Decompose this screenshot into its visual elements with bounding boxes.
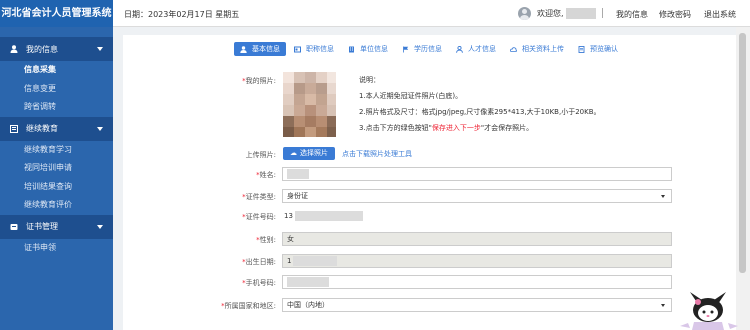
- notes-line-2: 2.照片格式及尺寸：格式jpg/jpeg,尺寸像素295*413,大于10KB,…: [359, 108, 601, 116]
- tab-upload-docs[interactable]: 相关资料上传: [504, 42, 570, 56]
- dropdown-arrow-icon: [661, 195, 665, 198]
- notes-title: 说明：: [359, 76, 380, 84]
- sidebar-group-label: 继续教育: [26, 124, 58, 133]
- sidebar-item-certificate-apply[interactable]: 证书申领: [0, 239, 113, 258]
- name-label: *姓名:: [256, 171, 276, 179]
- region-select[interactable]: 中国（内地）: [282, 298, 672, 312]
- user-area: 欢迎您,: [518, 4, 603, 22]
- id-number-label: *证件号码:: [242, 213, 276, 221]
- main-content: 基本信息 职称信息 单位信息 学历信息 人才信息 相关资料上传 预览确认 *我的…: [123, 35, 736, 330]
- top-bar: 河北省会计人员管理系统 日期：2023年02月17日 星期五 欢迎您, 我的信息…: [0, 0, 750, 27]
- change-password-link[interactable]: 修改密码: [659, 9, 691, 20]
- certificate-icon: [10, 223, 18, 230]
- person-icon: [456, 45, 463, 53]
- tab-label: 相关资料上传: [522, 45, 564, 53]
- education-icon: [10, 124, 18, 133]
- sidebar-group-certificate[interactable]: 证书管理: [0, 214, 113, 239]
- tab-label: 基本信息: [252, 45, 280, 53]
- app-title: 河北省会计人员管理系统: [0, 0, 113, 27]
- tab-talent-info[interactable]: 人才信息: [450, 42, 502, 56]
- sidebar-group-label: 证书管理: [26, 222, 58, 231]
- cloud-upload-icon: [510, 46, 517, 52]
- notes-line-1: 1.本人近期免冠证件照片(白底)。: [359, 92, 463, 100]
- tab-preview-confirm[interactable]: 预览确认: [572, 42, 624, 56]
- vertical-scrollbar[interactable]: [736, 27, 750, 330]
- tab-title-info[interactable]: 职称信息: [288, 42, 340, 56]
- dropdown-arrow-icon: [661, 304, 665, 307]
- id-type-label: *证件类型:: [242, 193, 276, 201]
- tab-label: 学历信息: [414, 45, 442, 53]
- id-type-select[interactable]: 身份证: [282, 189, 672, 203]
- chevron-down-icon: [97, 126, 103, 131]
- download-tool-link[interactable]: 点击下载照片处理工具: [342, 149, 412, 159]
- birth-date-field: 1: [282, 254, 672, 268]
- divider: [601, 8, 603, 18]
- sidebar-item-info-collect[interactable]: 信息采集: [0, 61, 113, 80]
- scrollbar-thumb[interactable]: [739, 33, 746, 273]
- tab-label: 人才信息: [468, 45, 496, 53]
- profile-photo: [283, 72, 336, 137]
- tab-label: 预览确认: [590, 45, 618, 53]
- chevron-down-icon: [97, 47, 103, 51]
- id-card-icon: [294, 46, 301, 52]
- logout-link[interactable]: 退出系统: [704, 9, 736, 20]
- id-number-value: 13: [284, 211, 363, 221]
- sidebar-item-equivalent-training[interactable]: 视同培训申请: [0, 159, 113, 178]
- choose-photo-button[interactable]: ☁ 选择照片: [283, 147, 335, 160]
- building-icon: [349, 46, 354, 52]
- notes-line-3: 3.点击下方的绿色按钮"保存进入下一步"才会保存照片。: [359, 124, 534, 132]
- phone-field[interactable]: [282, 275, 672, 289]
- my-info-link[interactable]: 我的信息: [616, 9, 648, 20]
- upload-label: 上传照片:: [245, 151, 276, 159]
- date-label: 日期：2023年02月17日 星期五: [124, 10, 240, 19]
- flag-icon: [403, 46, 409, 52]
- chevron-down-icon: [97, 224, 103, 229]
- gender-field: 女: [282, 232, 672, 246]
- sidebar-group-label: 我的信息: [26, 44, 58, 54]
- sidebar-item-info-change[interactable]: 信息变更: [0, 80, 113, 99]
- phone-label: *手机号码:: [242, 279, 276, 287]
- tab-education-info[interactable]: 学历信息: [396, 42, 448, 56]
- cloud-upload-icon: ☁: [290, 149, 297, 157]
- sidebar: 我的信息 信息采集 信息变更 跨省调转 继续教育 继续教育学习 视同培训申请 培…: [0, 27, 113, 330]
- photo-label: *我的照片:: [242, 77, 276, 85]
- user-icon: [10, 45, 18, 53]
- tab-label: 职称信息: [306, 45, 334, 53]
- name-field[interactable]: [282, 167, 672, 181]
- mascot-sticker: [680, 292, 738, 330]
- sidebar-item-edu-study[interactable]: 继续教育学习: [0, 141, 113, 160]
- gender-label: *性别:: [256, 236, 276, 244]
- sidebar-item-transfer[interactable]: 跨省调转: [0, 98, 113, 117]
- masked-value: [287, 169, 309, 179]
- user-icon: [240, 45, 247, 53]
- sidebar-group-education[interactable]: 继续教育: [0, 116, 113, 141]
- birth-date-label: *出生日期:: [242, 258, 276, 266]
- tab-label: 单位信息: [360, 45, 388, 53]
- sidebar-group-my-info[interactable]: 我的信息: [0, 37, 113, 61]
- welcome-text: 欢迎您,: [537, 8, 564, 18]
- avatar-icon: [518, 6, 531, 20]
- tab-unit-info[interactable]: 单位信息: [342, 42, 394, 56]
- sidebar-item-edu-evaluation[interactable]: 继续教育评价: [0, 196, 113, 215]
- user-name-masked: [565, 7, 596, 19]
- region-label: *所属国家和地区:: [221, 302, 276, 310]
- document-icon: [578, 45, 585, 53]
- tab-basic-info[interactable]: 基本信息: [234, 42, 286, 56]
- sidebar-item-training-result[interactable]: 培训结果查询: [0, 178, 113, 197]
- step-tabs: 基本信息 职称信息 单位信息 学历信息 人才信息 相关资料上传 预览确认: [234, 42, 626, 56]
